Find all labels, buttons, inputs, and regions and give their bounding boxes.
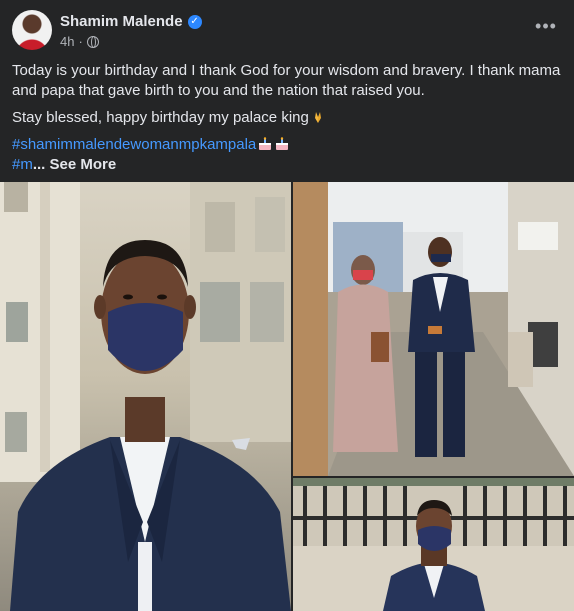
more-options-button[interactable]: ••• xyxy=(532,16,560,40)
post-text: Today is your birthday and I thank God f… xyxy=(12,61,564,182)
birthday-cake-emoji xyxy=(259,137,272,150)
facebook-post: Shamim Malende ✓ 4h · ••• Today is your … xyxy=(0,0,574,611)
photo-couple-image xyxy=(293,182,574,476)
author-avatar[interactable] xyxy=(12,10,52,50)
birthday-cake-emoji xyxy=(276,137,289,150)
globe-icon[interactable] xyxy=(86,35,99,48)
verified-badge-icon: ✓ xyxy=(187,14,202,29)
hashtag-line-2: #m... See More xyxy=(12,155,564,175)
author-name[interactable]: Shamim Malende xyxy=(60,13,183,30)
post-paragraph-2-text: Stay blessed, happy birthday my palace k… xyxy=(12,109,309,126)
photo-fence-image xyxy=(293,478,574,611)
post-header: Shamim Malende ✓ 4h · ••• xyxy=(12,10,562,54)
post-meta: 4h · xyxy=(60,34,99,49)
photo-grid xyxy=(0,182,574,611)
photo-couple[interactable] xyxy=(293,182,574,476)
hashtag-line-1: #shamimmalendewomanmpkampala xyxy=(12,135,564,155)
folded-hands-emoji xyxy=(314,112,321,123)
post-paragraph-2: Stay blessed, happy birthday my palace k… xyxy=(12,108,564,128)
hashtag-link-1[interactable]: #shamimmalendewomanmpkampala xyxy=(12,136,256,153)
meta-separator: · xyxy=(78,34,83,49)
photo-fence[interactable] xyxy=(293,478,574,611)
post-timestamp[interactable]: 4h xyxy=(60,34,74,49)
photo-main[interactable] xyxy=(0,182,291,611)
photo-main-image xyxy=(0,182,291,611)
post-paragraph-1: Today is your birthday and I thank God f… xyxy=(12,62,561,99)
see-more-link[interactable]: ... See More xyxy=(33,156,116,173)
author-name-row: Shamim Malende ✓ xyxy=(60,13,202,30)
hashtag-link-2[interactable]: #m xyxy=(12,156,33,173)
